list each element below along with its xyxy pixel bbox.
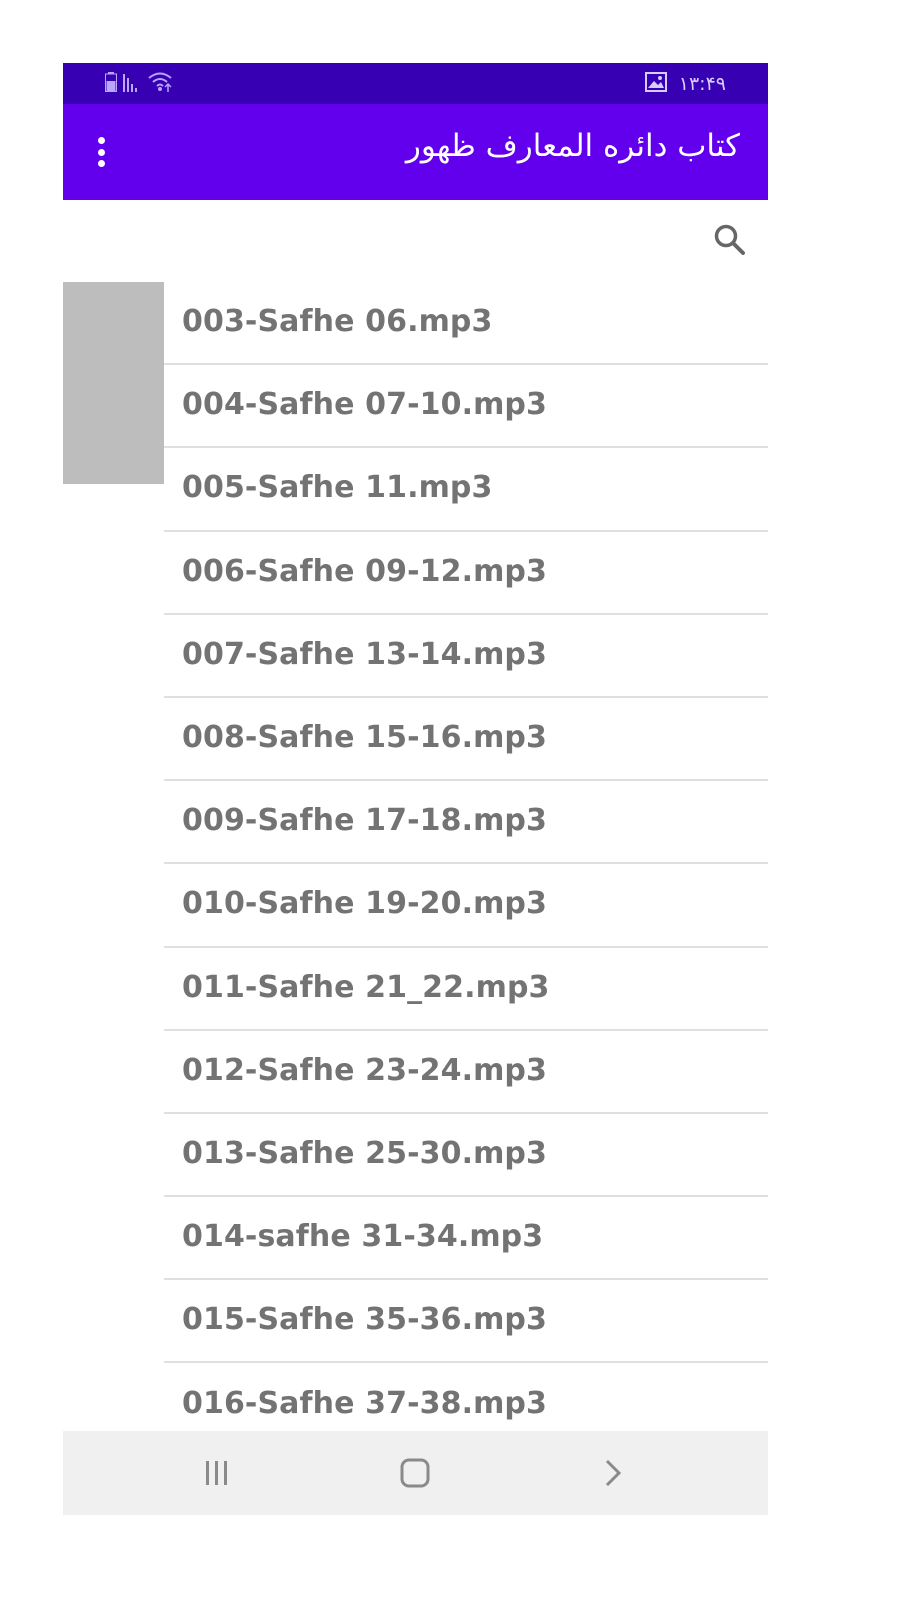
list-item[interactable]: 006-Safhe 09-12.mp3 [164, 532, 768, 615]
status-icons-right: ۱۳:۴۹ [644, 71, 726, 97]
list-item[interactable]: 007-Safhe 13-14.mp3 [164, 615, 768, 698]
back-button[interactable] [591, 1451, 635, 1495]
list-item[interactable]: 009-Safhe 17-18.mp3 [164, 781, 768, 865]
search-button[interactable] [710, 220, 750, 260]
status-bar: ۱۳:۴۹ [63, 63, 768, 104]
list-item[interactable]: 005-Safhe 11.mp3 [164, 448, 768, 532]
file-name-label: 008-Safhe 15-16.mp3 [182, 720, 547, 756]
list-item[interactable]: 011-Safhe 21_22.mp3 [164, 948, 768, 1031]
wifi-icon [147, 71, 175, 97]
file-name-label: 016-Safhe 37-38.mp3 [182, 1385, 547, 1421]
more-options-button[interactable] [89, 132, 113, 172]
file-name-label: 003-Safhe 06.mp3 [182, 304, 493, 340]
file-name-label: 011-Safhe 21_22.mp3 [182, 969, 550, 1005]
list-item[interactable]: 014-safhe 31-34.mp3 [164, 1197, 768, 1281]
back-icon [605, 1459, 622, 1487]
file-list: 003-Safhe 06.mp3 004-Safhe 07-10.mp3 005-S… [164, 282, 768, 1447]
more-vert-icon [97, 137, 105, 144]
recent-apps-icon [206, 1461, 227, 1485]
file-name-label: 012-Safhe 23-24.mp3 [182, 1052, 547, 1088]
navigation-bar [63, 1431, 768, 1515]
signal-icon [123, 72, 141, 96]
file-name-label: 006-Safhe 09-12.mp3 [182, 553, 547, 589]
file-name-label: 009-Safhe 17-18.mp3 [182, 803, 547, 839]
file-name-label: 010-Safhe 19-20.mp3 [182, 886, 547, 922]
file-name-label: 004-Safhe 07-10.mp3 [182, 387, 547, 423]
battery-icon [105, 72, 117, 96]
file-name-label: 007-Safhe 13-14.mp3 [182, 636, 547, 672]
file-name-label: 014-safhe 31-34.mp3 [182, 1219, 544, 1255]
page-title: کتاب دائره المعارف ظهور [405, 128, 740, 164]
list-item[interactable]: 008-Safhe 15-16.mp3 [164, 698, 768, 782]
recent-apps-button[interactable] [195, 1451, 239, 1495]
search-bar [63, 200, 768, 282]
file-name-label: 005-Safhe 11.mp3 [182, 470, 493, 506]
list-item[interactable]: 012-Safhe 23-24.mp3 [164, 1031, 768, 1114]
file-name-label: 013-Safhe 25-30.mp3 [182, 1135, 547, 1171]
list-item[interactable]: 004-Safhe 07-10.mp3 [164, 365, 768, 449]
home-icon [400, 1458, 430, 1488]
image-notification-icon [644, 71, 667, 97]
list-item[interactable]: 003-Safhe 06.mp3 [164, 282, 768, 366]
app-bar: کتاب دائره المعارف ظهور [63, 104, 768, 200]
status-time: ۱۳:۴۹ [678, 73, 726, 95]
phone-screen: ۱۳:۴۹ کتاب دائره المعارف ظهور 003-Safhe … [63, 63, 768, 1515]
list-item[interactable]: 010-Safhe 19-20.mp3 [164, 864, 768, 948]
status-icons-left [105, 71, 175, 97]
search-icon [714, 224, 745, 255]
home-button[interactable] [393, 1451, 437, 1495]
list-item[interactable]: 015-Safhe 35-36.mp3 [164, 1280, 768, 1364]
fast-scroll-thumb[interactable] [63, 282, 164, 484]
file-name-label: 015-Safhe 35-36.mp3 [182, 1302, 547, 1338]
list-item[interactable]: 013-Safhe 25-30.mp3 [164, 1114, 768, 1198]
